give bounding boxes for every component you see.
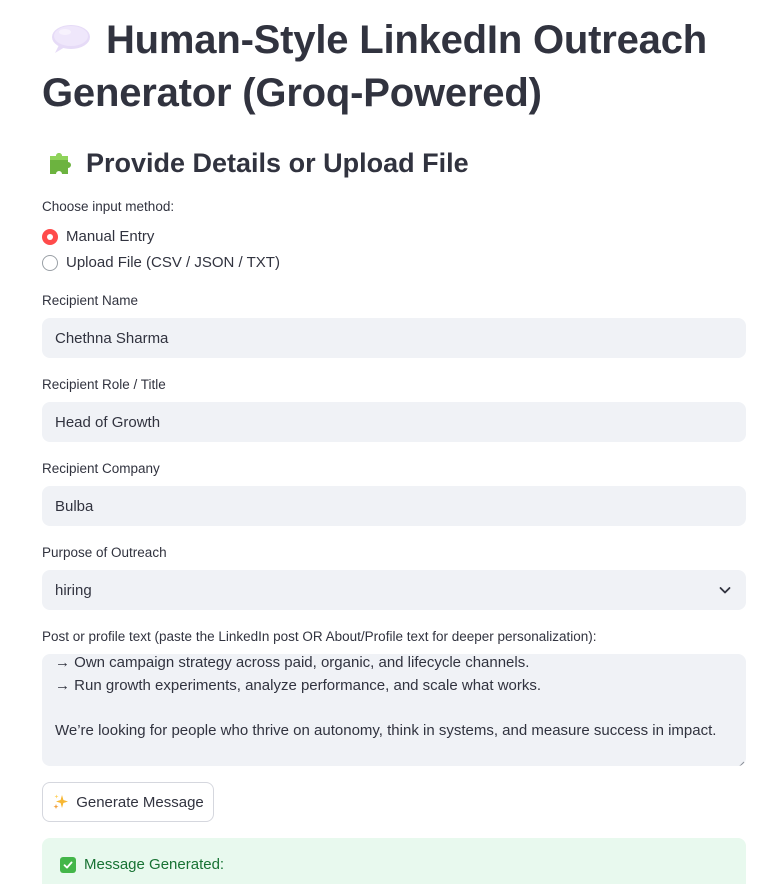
radio-manual-entry-label: Manual Entry	[66, 228, 155, 245]
radio-manual-entry[interactable]: Manual Entry	[42, 227, 154, 247]
section-title-text: Provide Details or Upload File	[86, 148, 469, 178]
chevron-down-icon[interactable]	[717, 582, 733, 598]
resize-handle-icon[interactable]	[735, 755, 745, 766]
success-message-text: Message Generated:	[84, 856, 225, 873]
recipient-name-label: Recipient Name	[42, 293, 139, 308]
generate-message-button[interactable]: Generate Message	[42, 782, 214, 822]
recipient-company-input[interactable]: Bulba	[42, 486, 746, 526]
page-title-text: Human-Style LinkedIn Outreach Generator …	[42, 18, 707, 115]
check-mark-icon	[60, 856, 76, 873]
recipient-company-label: Recipient Company	[42, 461, 160, 476]
recipient-role-label: Recipient Role / Title	[42, 377, 166, 392]
purpose-select[interactable]: hiring	[42, 570, 746, 610]
recipient-role-input[interactable]: Head of Growth	[42, 402, 746, 442]
radio-unselected-icon[interactable]	[42, 255, 58, 271]
recipient-name-input[interactable]: Chethna Sharma	[42, 318, 746, 358]
success-alert: Message Generated:	[42, 838, 746, 884]
page-title: Human-Style LinkedIn Outreach Generator …	[42, 14, 752, 120]
success-message: Message Generated:	[60, 856, 224, 873]
puzzle-piece-icon	[46, 147, 76, 177]
recipient-role-value: Head of Growth	[55, 413, 161, 431]
recipient-name-value: Chethna Sharma	[55, 329, 169, 347]
radio-upload-file-label: Upload File (CSV / JSON / TXT)	[66, 254, 280, 271]
purpose-selected-value: hiring	[55, 581, 92, 599]
radio-selected-icon[interactable]	[42, 229, 58, 245]
sparkles-icon	[52, 793, 70, 811]
post-text-textarea[interactable]: → Own campaign strategy across paid, org…	[42, 654, 746, 766]
generate-message-label: Generate Message	[76, 793, 204, 811]
purpose-label: Purpose of Outreach	[42, 545, 167, 560]
app-page: Human-Style LinkedIn Outreach Generator …	[0, 0, 784, 884]
speech-bubble-icon	[50, 16, 92, 53]
radio-upload-file[interactable]: Upload File (CSV / JSON / TXT)	[42, 253, 280, 273]
recipient-company-value: Bulba	[55, 497, 94, 515]
post-text-content: → Own campaign strategy across paid, org…	[55, 654, 717, 739]
section-title: Provide Details or Upload File	[42, 146, 469, 180]
input-method-label: Choose input method:	[42, 199, 175, 214]
post-text-label: Post or profile text (paste the LinkedIn…	[42, 629, 597, 644]
